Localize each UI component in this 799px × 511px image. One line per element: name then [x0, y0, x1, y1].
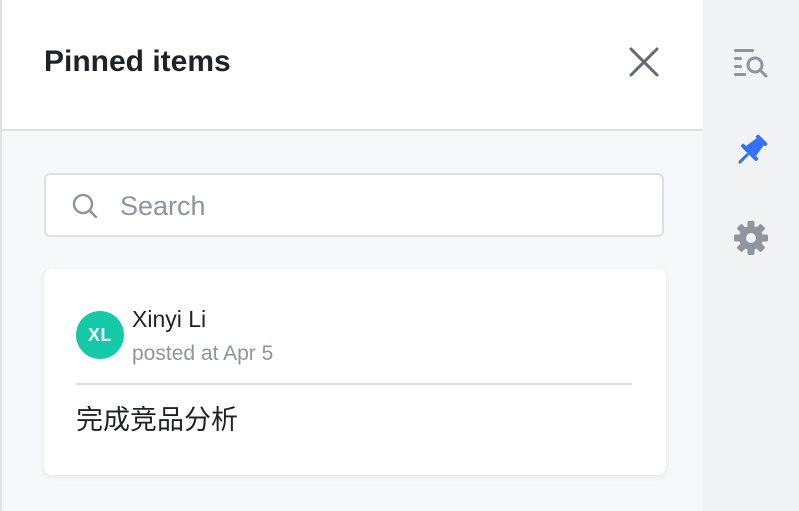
pinned-message-content: 完成竞品分析: [76, 405, 238, 436]
settings-button[interactable]: [727, 214, 775, 262]
app-root: Pinned items XL Xinyi Li posted at Apr 5…: [0, 0, 799, 511]
right-tool-rail: [703, 0, 799, 511]
search-input[interactable]: [118, 183, 642, 229]
gear-icon: [734, 221, 768, 255]
close-button[interactable]: [622, 40, 666, 84]
search-icon: [72, 193, 98, 219]
pin-icon: [738, 134, 768, 164]
panel-header: Pinned items: [2, 0, 703, 131]
posted-at-timestamp: posted at Apr 5: [132, 342, 274, 365]
pinned-item-card[interactable]: XL Xinyi Li posted at Apr 5 完成竞品分析: [44, 269, 666, 475]
avatar[interactable]: XL: [76, 311, 124, 359]
search-messages-button[interactable]: [727, 38, 775, 86]
close-icon: [629, 47, 659, 77]
pinned-items-panel: Pinned items XL Xinyi Li posted at Apr 5…: [0, 0, 703, 511]
search-box[interactable]: [44, 173, 664, 237]
search-messages-icon: [734, 49, 768, 78]
pinned-items-button[interactable]: [727, 127, 775, 175]
card-divider: [76, 383, 632, 385]
author-name[interactable]: Xinyi Li: [132, 305, 206, 333]
panel-title: Pinned items: [44, 45, 231, 78]
